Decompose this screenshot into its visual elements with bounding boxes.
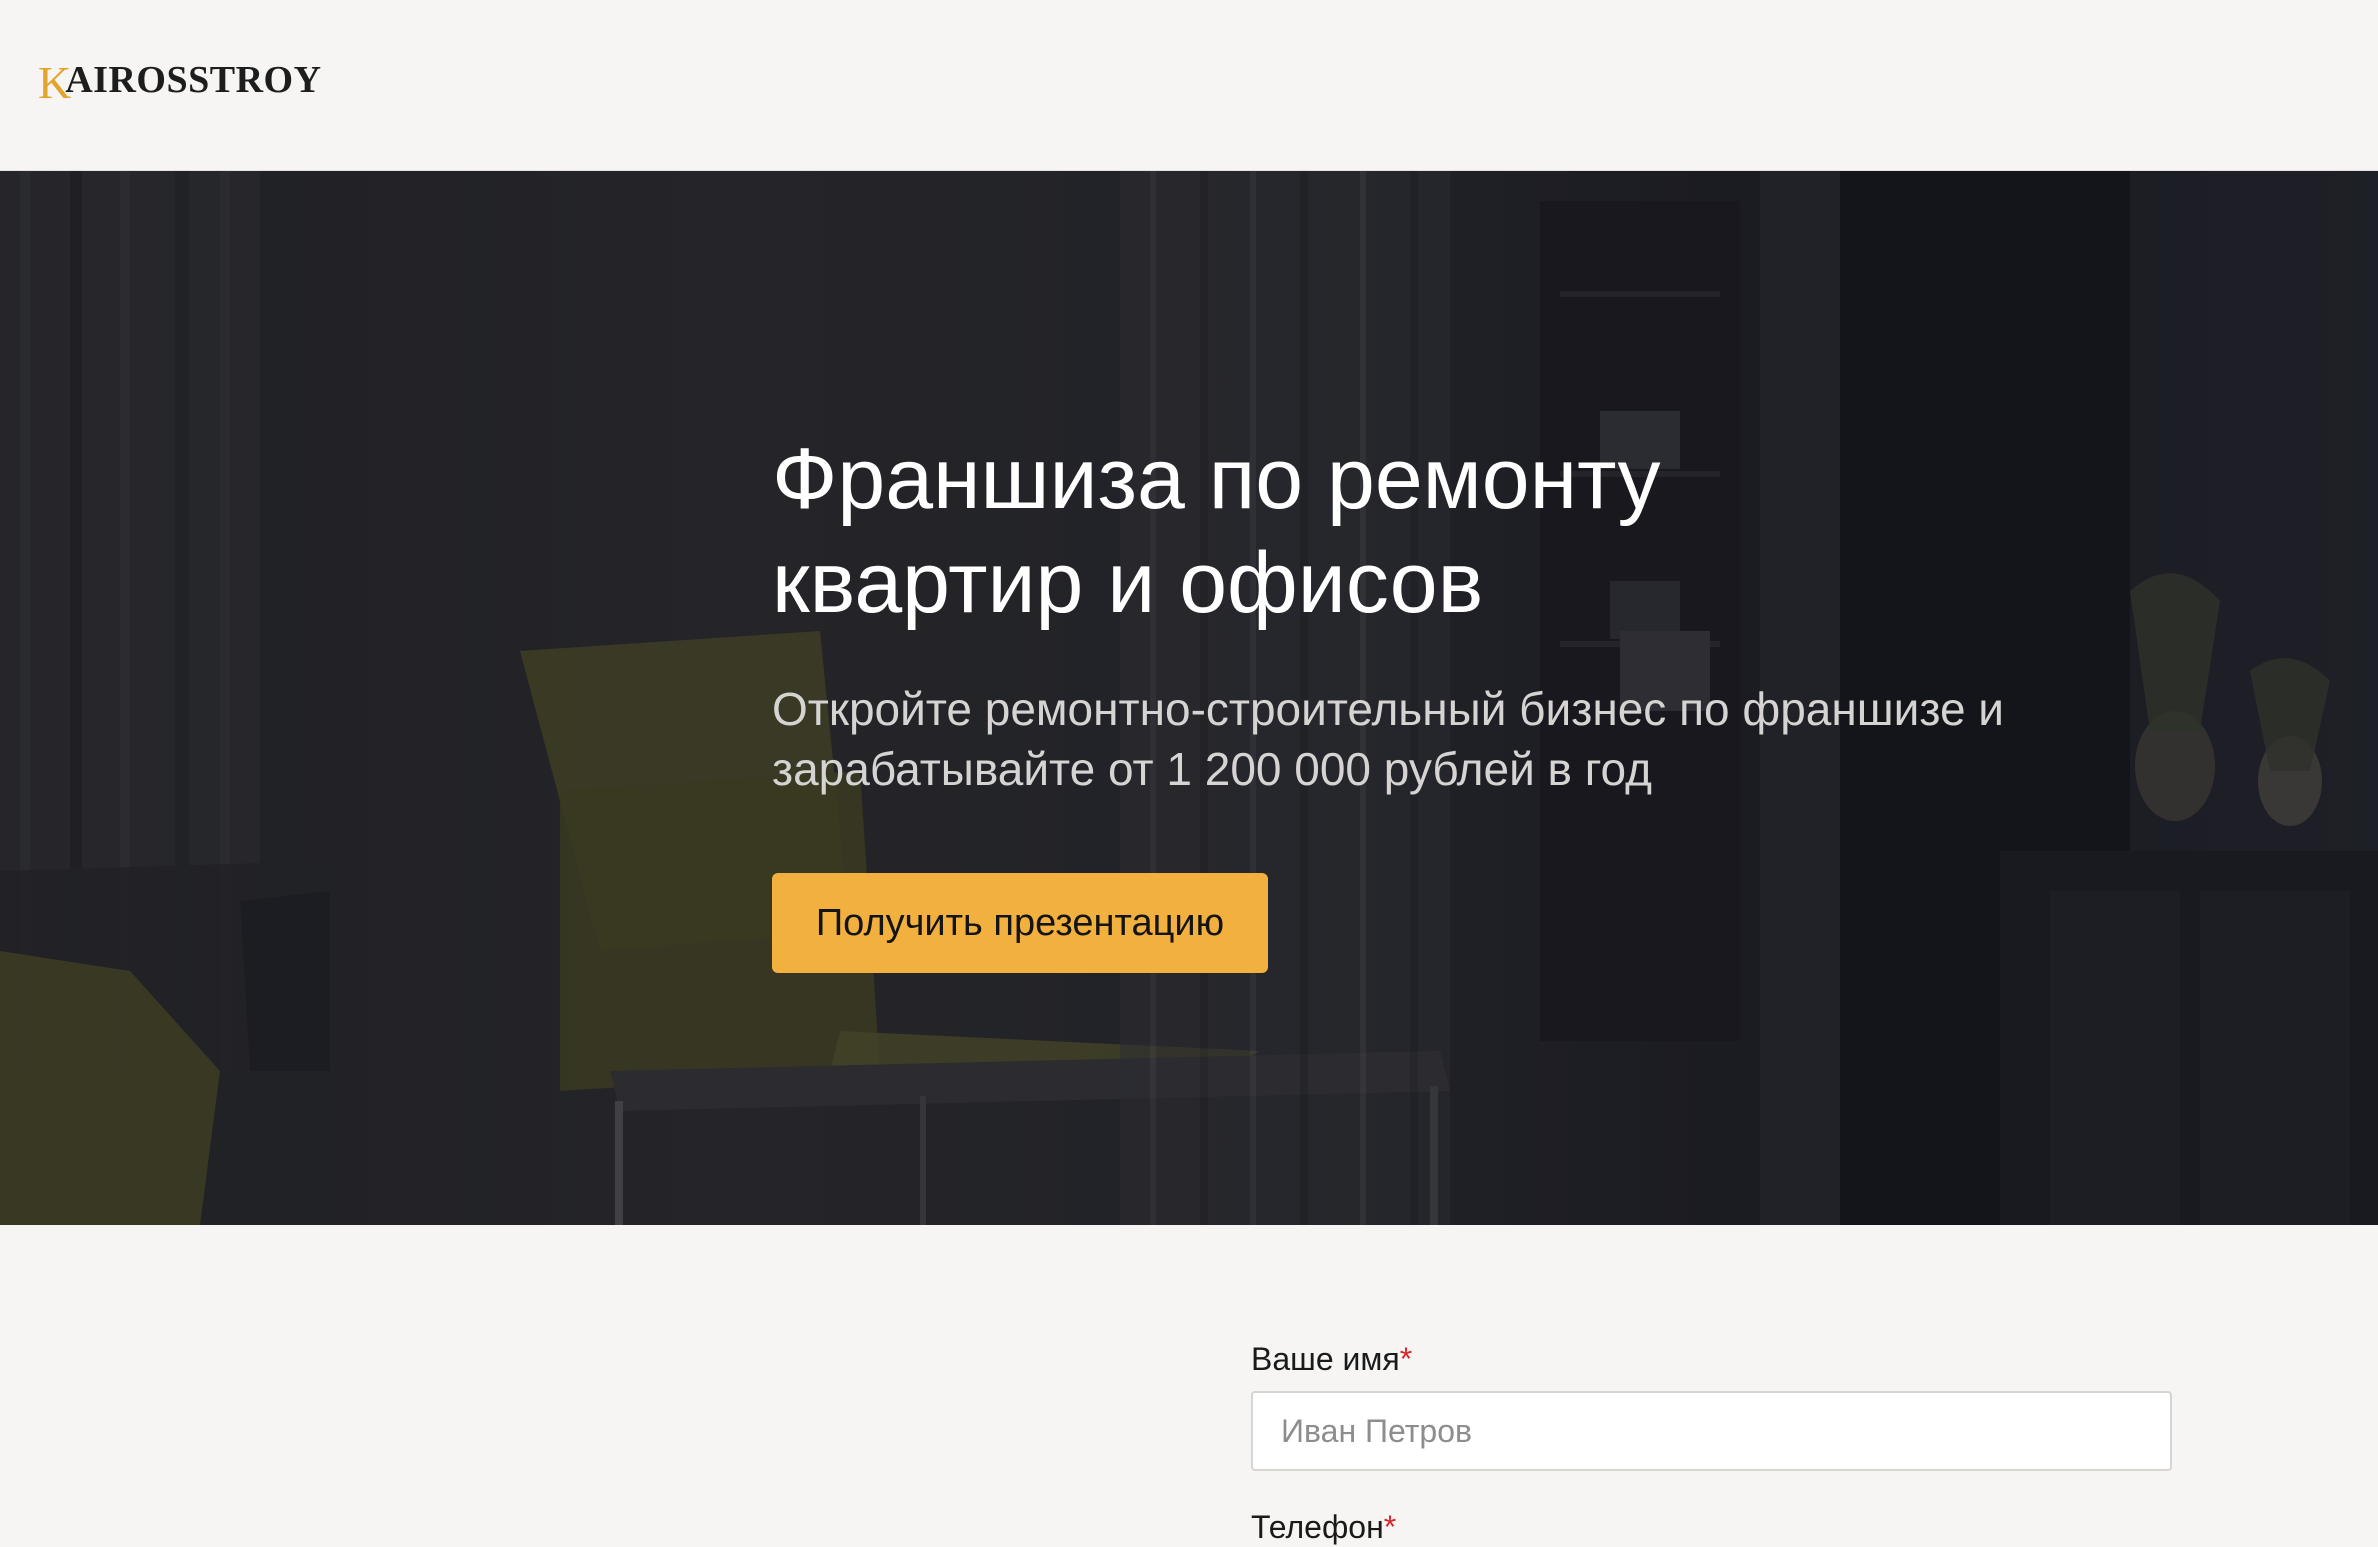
hero-section: Франшиза по ремонту квартир и офисов Отк… <box>0 171 2378 1225</box>
name-field-label: Ваше имя* <box>1251 1339 2172 1379</box>
logo-initial: K <box>38 57 72 108</box>
logo[interactable]: K AIROSSTROY <box>38 52 322 106</box>
lead-form-section: Ваше имя* Телефон* <box>0 1225 2378 1545</box>
site-header: K AIROSSTROY <box>0 0 2378 171</box>
required-mark: * <box>1383 1509 1397 1545</box>
hero-content: Франшиза по ремонту квартир и офисов Отк… <box>772 427 2072 973</box>
name-label-text: Ваше имя <box>1251 1341 1400 1377</box>
hero-subtitle: Откройте ремонтно-строительный бизнес по… <box>772 683 2005 795</box>
name-input[interactable] <box>1251 1391 2172 1471</box>
phone-field-label: Телефон* <box>1251 1507 2172 1547</box>
logo-text: AIROSSTROY <box>65 59 322 101</box>
phone-label-text: Телефон <box>1251 1509 1384 1545</box>
lead-form: Ваше имя* Телефон* <box>1251 1339 2172 1547</box>
required-mark: * <box>1399 1341 1413 1377</box>
hero-title: Франшиза по ремонту квартир и офисов <box>772 431 1661 631</box>
get-presentation-button[interactable]: Получить презентацию <box>772 873 1268 973</box>
